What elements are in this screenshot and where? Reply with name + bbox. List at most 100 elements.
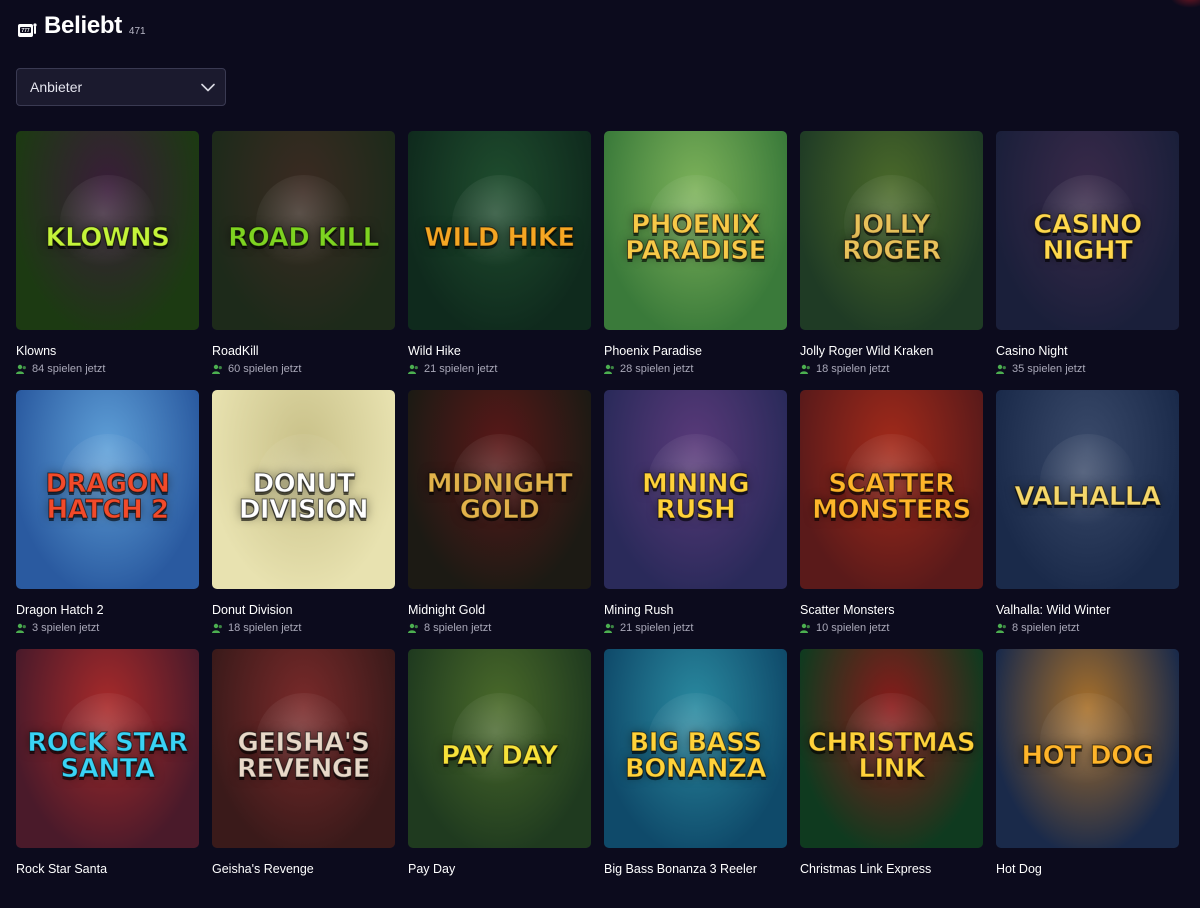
game-card[interactable]: GEISHA'S REVENGE Geisha's Revenge — [212, 649, 395, 908]
game-thumbnail[interactable]: DONUT DIVISION — [212, 390, 395, 589]
game-title[interactable]: Hot Dog — [996, 861, 1179, 877]
game-card[interactable]: CHRISTMAS LINK Christmas Link Express — [800, 649, 983, 908]
game-logo: SCATTER MONSTERS — [812, 469, 972, 526]
game-card[interactable]: ROAD KILL RoadKill 60 spielen jetzt — [212, 131, 395, 390]
players-icon — [604, 623, 614, 633]
game-logo: JOLLY ROGER — [842, 210, 942, 267]
player-count-label: 21 spielen jetzt — [424, 363, 498, 375]
game-title[interactable]: Midnight Gold — [408, 602, 591, 618]
game-card[interactable]: ROCK STAR SANTA Rock Star Santa — [16, 649, 199, 908]
game-thumbnail[interactable]: JOLLY ROGER — [800, 131, 983, 330]
game-card[interactable]: HOT DOG Hot Dog — [996, 649, 1179, 908]
game-thumbnail[interactable]: HOT DOG — [996, 649, 1179, 848]
players-icon — [16, 364, 26, 374]
game-logo: CASINO NIGHT — [1033, 210, 1143, 267]
player-count: 60 spielen jetzt — [212, 362, 395, 376]
provider-dropdown-label: Anbieter — [30, 79, 83, 95]
game-logo: VALHALLA — [1014, 482, 1162, 513]
game-title[interactable]: Big Bass Bonanza 3 Reeler — [604, 861, 787, 877]
game-title[interactable]: Phoenix Paradise — [604, 343, 787, 359]
game-title[interactable]: Klowns — [16, 343, 199, 359]
game-title[interactable]: RoadKill — [212, 343, 395, 359]
player-count-label: 8 spielen jetzt — [1012, 622, 1080, 634]
game-thumbnail[interactable]: ROAD KILL — [212, 131, 395, 330]
game-thumbnail[interactable]: ROCK STAR SANTA — [16, 649, 199, 848]
players-icon — [408, 364, 418, 374]
game-title[interactable]: Casino Night — [996, 343, 1179, 359]
player-count: 21 spielen jetzt — [408, 362, 591, 376]
game-card[interactable]: BIG BASS BONANZA Big Bass Bonanza 3 Reele… — [604, 649, 787, 908]
game-thumbnail[interactable]: BIG BASS BONANZA — [604, 649, 787, 848]
player-count-label: 18 spielen jetzt — [228, 622, 302, 634]
players-icon — [16, 623, 26, 633]
game-title[interactable]: Christmas Link Express — [800, 861, 983, 877]
players-icon — [604, 364, 614, 374]
game-card[interactable]: SCATTER MONSTERS Scatter Monsters 10 spiel… — [800, 390, 983, 649]
game-thumbnail[interactable]: MIDNIGHT GOLD — [408, 390, 591, 589]
game-title[interactable]: Donut Division — [212, 602, 395, 618]
game-thumbnail[interactable]: DRAGON HATCH 2 — [16, 390, 199, 589]
player-count: 18 spielen jetzt — [800, 362, 983, 376]
game-logo: CHRISTMAS LINK — [807, 728, 976, 785]
game-title[interactable]: Wild Hike — [408, 343, 591, 359]
player-count-label: 28 spielen jetzt — [620, 363, 694, 375]
game-thumbnail[interactable]: KLOWNS — [16, 131, 199, 330]
player-count: 35 spielen jetzt — [996, 362, 1179, 376]
game-card[interactable]: PHOENIX PARADISE Phoenix Paradise 28 spiel… — [604, 131, 787, 390]
game-title[interactable]: Rock Star Santa — [16, 861, 199, 877]
game-logo: BIG BASS BONANZA — [624, 728, 767, 785]
game-title[interactable]: Jolly Roger Wild Kraken — [800, 343, 983, 359]
players-icon — [996, 623, 1006, 633]
game-thumbnail[interactable]: VALHALLA — [996, 390, 1179, 589]
game-thumbnail[interactable]: WILD HIKE — [408, 131, 591, 330]
game-thumbnail[interactable]: CHRISTMAS LINK — [800, 649, 983, 848]
player-count-label: 3 spielen jetzt — [32, 622, 100, 634]
corner-decoration — [1170, 0, 1200, 8]
game-card[interactable]: DRAGON HATCH 2 Dragon Hatch 2 3 spielen je… — [16, 390, 199, 649]
game-logo: DONUT DIVISION — [238, 469, 369, 526]
player-count: 3 spielen jetzt — [16, 621, 199, 635]
provider-dropdown[interactable]: Anbieter — [16, 68, 226, 106]
game-thumbnail[interactable]: CASINO NIGHT — [996, 131, 1179, 330]
players-icon — [800, 623, 810, 633]
player-count: 18 spielen jetzt — [212, 621, 395, 635]
game-card[interactable]: WILD HIKE Wild Hike 21 spielen jetzt — [408, 131, 591, 390]
game-logo: WILD HIKE — [424, 223, 576, 254]
game-logo: MIDNIGHT GOLD — [426, 469, 573, 526]
player-count-label: 10 spielen jetzt — [816, 622, 890, 634]
player-count-label: 84 spielen jetzt — [32, 363, 106, 375]
game-card[interactable]: JOLLY ROGER Jolly Roger Wild Kraken 18 spi… — [800, 131, 983, 390]
game-logo: HOT DOG — [1021, 741, 1155, 772]
game-card[interactable]: MIDNIGHT GOLD Midnight Gold 8 spielen jetz… — [408, 390, 591, 649]
game-title[interactable]: Pay Day — [408, 861, 591, 877]
players-icon — [212, 364, 222, 374]
player-count: 10 spielen jetzt — [800, 621, 983, 635]
game-card[interactable]: DONUT DIVISION Donut Division 18 spielen j… — [212, 390, 395, 649]
game-thumbnail[interactable]: PAY DAY — [408, 649, 591, 848]
game-thumbnail[interactable]: PHOENIX PARADISE — [604, 131, 787, 330]
svg-text:777: 777 — [21, 28, 30, 34]
game-logo: ROAD KILL — [228, 223, 380, 254]
player-count-label: 18 spielen jetzt — [816, 363, 890, 375]
game-logo: GEISHA'S REVENGE — [236, 728, 371, 785]
game-title[interactable]: Scatter Monsters — [800, 602, 983, 618]
player-count-label: 8 spielen jetzt — [424, 622, 492, 634]
game-card[interactable]: MINING RUSH Mining Rush 21 spielen jetzt — [604, 390, 787, 649]
game-card[interactable]: KLOWNS Klowns 84 spielen jetzt — [16, 131, 199, 390]
game-thumbnail[interactable]: GEISHA'S REVENGE — [212, 649, 395, 848]
game-logo: ROCK STAR SANTA — [27, 728, 189, 785]
game-thumbnail[interactable]: SCATTER MONSTERS — [800, 390, 983, 589]
game-title[interactable]: Mining Rush — [604, 602, 787, 618]
game-grid: KLOWNS Klowns 84 spielen jetzt ROAD KILL Roa… — [16, 131, 1179, 908]
game-card[interactable]: PAY DAY Pay Day — [408, 649, 591, 908]
game-title[interactable]: Dragon Hatch 2 — [16, 602, 199, 618]
game-thumbnail[interactable]: MINING RUSH — [604, 390, 787, 589]
game-title[interactable]: Valhalla: Wild Winter — [996, 602, 1179, 618]
game-title[interactable]: Geisha's Revenge — [212, 861, 395, 877]
players-icon — [212, 623, 222, 633]
game-card[interactable]: CASINO NIGHT Casino Night 35 spielen jetzt — [996, 131, 1179, 390]
page-title: Beliebt — [44, 12, 122, 39]
players-icon — [800, 364, 810, 374]
game-card[interactable]: VALHALLA Valhalla: Wild Winter 8 spielen j… — [996, 390, 1179, 649]
player-count-label: 21 spielen jetzt — [620, 622, 694, 634]
